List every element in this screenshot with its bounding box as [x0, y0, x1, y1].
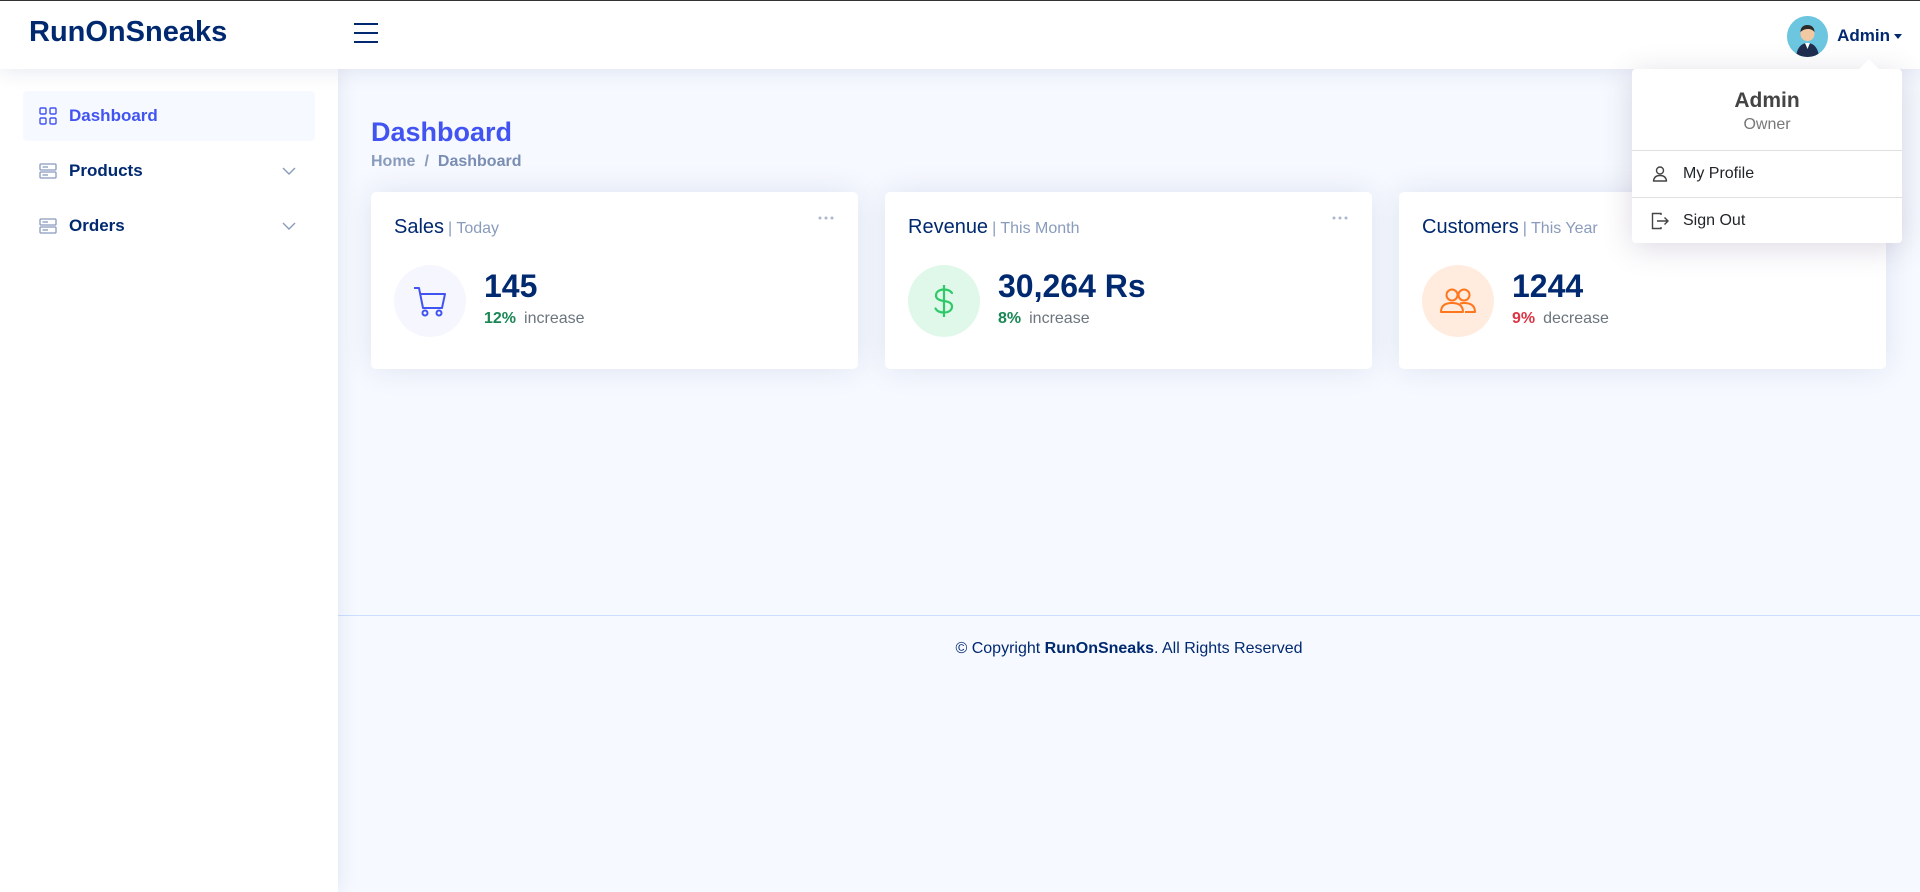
- sidebar-item-label: Products: [69, 161, 143, 180]
- three-dots-icon[interactable]: [1331, 213, 1349, 223]
- change-percent: 8%: [998, 310, 1022, 327]
- dropdown-user-name: Admin: [1734, 89, 1800, 112]
- card-period: | This Year: [1522, 220, 1598, 237]
- caret-down-icon: [1894, 33, 1902, 39]
- breadcrumb-current: Dashboard: [437, 153, 522, 170]
- breadcrumb-home-link[interactable]: Home: [371, 153, 415, 171]
- card-icon-circle: [1422, 265, 1494, 337]
- card-title: Customers | This Year: [1422, 216, 1598, 239]
- profile-dropdown: Admin Owner My Profile Sign Out: [1632, 69, 1902, 243]
- footer-copyright: © Copyright RunOnSneaks. All Rights Rese…: [338, 640, 1920, 658]
- footer-brand: RunOnSneaks: [1044, 640, 1154, 657]
- change-word: increase: [1029, 310, 1090, 327]
- sidebar-toggle-button[interactable]: [352, 20, 380, 46]
- card-icon-circle: [908, 265, 980, 337]
- breadcrumb-separator: /: [424, 153, 429, 170]
- footer-prefix: © Copyright: [955, 640, 1045, 657]
- chevron-down-icon: [282, 222, 296, 230]
- card-change: 8% increase: [998, 310, 1090, 328]
- change-percent: 9%: [1512, 310, 1536, 327]
- change-word: increase: [524, 310, 585, 327]
- card-title-text: Sales: [394, 216, 445, 238]
- card-period: | Today: [448, 220, 500, 237]
- top-header: RunOnSneaks Admin: [0, 0, 1920, 69]
- change-word: decrease: [1543, 310, 1609, 327]
- card-icon-circle: [394, 265, 466, 337]
- profile-name: Admin: [1837, 26, 1890, 45]
- grid-icon: [39, 107, 57, 125]
- server-icon: [39, 163, 57, 179]
- avatar: [1787, 15, 1829, 57]
- sales-card: Sales | Today 145 12% increase: [371, 192, 858, 369]
- card-title: Sales | Today: [394, 216, 499, 239]
- page-title: Dashboard: [371, 117, 513, 147]
- sidebar-item-orders[interactable]: Orders: [23, 201, 315, 251]
- footer-suffix: . All Rights Reserved: [1154, 640, 1303, 657]
- cart-icon: [414, 287, 446, 317]
- footer-divider: [338, 615, 1920, 616]
- sign-out-icon: [1651, 212, 1669, 230]
- my-profile-label: My Profile: [1683, 165, 1755, 182]
- people-icon: [1440, 288, 1476, 313]
- sign-out-label: Sign Out: [1683, 212, 1746, 229]
- card-period: | This Month: [992, 220, 1080, 237]
- sidebar-item-products[interactable]: Products: [23, 146, 315, 196]
- sidebar-item-label: Dashboard: [69, 106, 158, 125]
- person-icon: [1652, 166, 1668, 182]
- dropdown-user-role: Owner: [1743, 116, 1791, 133]
- server-icon: [39, 218, 57, 234]
- dropdown-header: Admin Owner: [1632, 69, 1902, 150]
- sidebar-item-dashboard[interactable]: Dashboard: [23, 91, 315, 141]
- chevron-down-icon: [282, 167, 296, 175]
- card-value: 145: [484, 268, 538, 304]
- three-dots-icon[interactable]: [817, 213, 835, 223]
- card-change: 9% decrease: [1512, 310, 1609, 328]
- sidebar-item-label: Orders: [69, 216, 125, 235]
- dollar-icon: [934, 285, 954, 317]
- hamburger-icon: [354, 23, 378, 43]
- app-logo[interactable]: RunOnSneaks: [29, 16, 227, 49]
- card-title-text: Revenue: [908, 216, 989, 238]
- card-title: Revenue | This Month: [908, 216, 1080, 239]
- card-title-text: Customers: [1422, 216, 1519, 238]
- profile-menu-toggle[interactable]: Admin: [1787, 15, 1902, 57]
- my-profile-link[interactable]: My Profile: [1632, 151, 1902, 197]
- sign-out-link[interactable]: Sign Out: [1632, 198, 1902, 244]
- card-value: 1244: [1512, 268, 1584, 304]
- revenue-card: Revenue | This Month 30,264 Rs 8% increase: [885, 192, 1372, 369]
- card-value: 30,264 Rs: [998, 268, 1146, 304]
- breadcrumb: Home / Dashboard: [371, 153, 521, 171]
- card-change: 12% increase: [484, 310, 585, 328]
- change-percent: 12%: [484, 310, 517, 327]
- sidebar: Dashboard Products Orders: [0, 69, 338, 892]
